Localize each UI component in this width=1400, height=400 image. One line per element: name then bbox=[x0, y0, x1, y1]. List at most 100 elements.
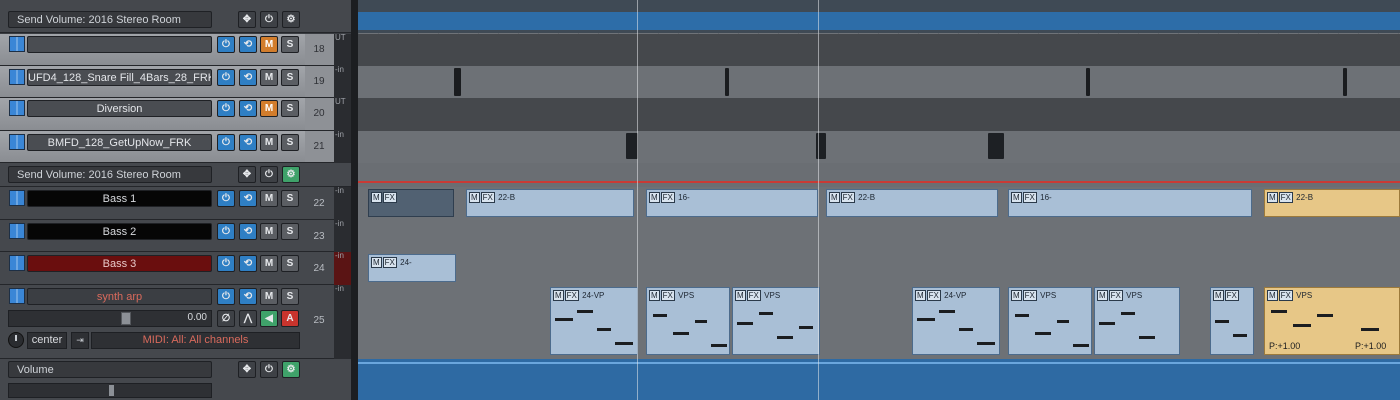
pan-knob-icon[interactable] bbox=[8, 332, 24, 348]
track-name[interactable]: BMFD_128_GetUpNow_FRK bbox=[27, 134, 212, 151]
midi-note[interactable] bbox=[977, 342, 995, 345]
track-22[interactable]: Bass 1 ⏻ ⟲ M S 22 -in bbox=[0, 187, 358, 220]
track-name[interactable]: UFD4_128_Snare Fill_4Bars_28_FRK bbox=[27, 69, 212, 86]
send-name[interactable]: Send Volume: 2016 Stereo Room bbox=[8, 166, 212, 183]
power-button[interactable]: ⏻ bbox=[217, 255, 235, 272]
solo-button[interactable]: S bbox=[281, 134, 299, 151]
power-button[interactable]: ⏻ bbox=[217, 134, 235, 151]
monitor-icon[interactable]: ◀ bbox=[260, 310, 278, 327]
phase-icon[interactable]: ∅ bbox=[217, 310, 235, 327]
volume-slider[interactable]: 0.00 bbox=[8, 310, 212, 327]
pan-value[interactable]: center bbox=[27, 332, 67, 349]
midi-note[interactable] bbox=[939, 310, 955, 313]
midi-note[interactable] bbox=[577, 310, 593, 313]
send-name[interactable]: Send Volume: 2016 Stereo Room bbox=[8, 11, 212, 28]
mute-button[interactable]: M bbox=[260, 288, 278, 305]
midi-note[interactable] bbox=[653, 314, 667, 317]
send-volume-track[interactable]: Send Volume: 2016 Stereo Room ✥ ⏻ ⚙ bbox=[0, 163, 358, 187]
midi-note[interactable] bbox=[777, 336, 793, 339]
track-name[interactable]: Bass 3 bbox=[27, 255, 212, 272]
midi-clip[interactable]: M FX 22-B bbox=[826, 189, 998, 217]
midi-note[interactable] bbox=[1057, 320, 1069, 323]
track-25[interactable]: synth arp ⏻ ⟲ M S 0.00 ∅ ⋀ ◀ A center ⇥ … bbox=[0, 285, 358, 359]
power-button[interactable]: ⏻ bbox=[217, 223, 235, 240]
track-23[interactable]: Bass 2 ⏻ ⟲ M S 23 -in bbox=[0, 220, 358, 252]
solo-button[interactable]: S bbox=[281, 69, 299, 86]
send-automation-line[interactable] bbox=[358, 181, 1400, 183]
track-18[interactable]: ⏻ ⟲ M S 18 UT bbox=[0, 34, 358, 66]
track-name[interactable]: Diversion bbox=[27, 100, 212, 117]
midi-note[interactable] bbox=[1233, 334, 1247, 337]
midi-note[interactable] bbox=[1215, 320, 1229, 323]
volume-slider-handle[interactable] bbox=[121, 312, 131, 325]
midi-clip[interactable]: M FX 24-VP bbox=[550, 287, 638, 355]
marker-line[interactable] bbox=[637, 0, 638, 400]
midi-note[interactable] bbox=[711, 344, 727, 347]
midi-note[interactable] bbox=[1139, 336, 1155, 339]
track-name[interactable] bbox=[27, 36, 212, 53]
midi-note[interactable] bbox=[1361, 328, 1379, 331]
gear-icon[interactable]: ⚙ bbox=[282, 166, 300, 183]
midi-clip[interactable]: M FX VPS bbox=[646, 287, 730, 355]
midi-clip-selected[interactable]: M FX 22-B bbox=[1264, 189, 1400, 217]
timeline-clips-area[interactable]: M FX M FX 22-B M FX 16- M FX 22-B M FX 16- MF… bbox=[358, 0, 1400, 400]
mute-button[interactable]: M bbox=[260, 36, 278, 53]
midi-note[interactable] bbox=[1015, 314, 1029, 317]
volume-envelope-line[interactable] bbox=[358, 362, 1400, 364]
solo-button[interactable]: S bbox=[281, 255, 299, 272]
move-icon[interactable]: ✥ bbox=[238, 166, 256, 183]
volume-automation-lane-area[interactable] bbox=[358, 359, 1400, 400]
automation-name[interactable]: Volume bbox=[8, 361, 212, 378]
audio-hit[interactable] bbox=[725, 68, 729, 96]
volume-automation-lane[interactable]: Volume ✥ ⏻ ⚙ bbox=[0, 359, 358, 400]
midi-note[interactable] bbox=[759, 312, 773, 315]
midi-note[interactable] bbox=[695, 320, 707, 323]
solo-button[interactable]: S bbox=[281, 190, 299, 207]
track-name[interactable]: Bass 2 bbox=[27, 223, 212, 240]
track-24[interactable]: Bass 3 ⏻ ⟲ M S 24 -in bbox=[0, 252, 358, 285]
power-button[interactable]: ⏻ bbox=[217, 288, 235, 305]
track-19[interactable]: UFD4_128_Snare Fill_4Bars_28_FRK ⏻ ⟲ M S… bbox=[0, 66, 358, 98]
loop-button[interactable]: ⟲ bbox=[239, 134, 257, 151]
midi-input-select[interactable]: MIDI: All: All channels bbox=[91, 332, 300, 349]
midi-note[interactable] bbox=[673, 332, 689, 335]
mute-button[interactable]: M bbox=[260, 255, 278, 272]
solo-button[interactable]: S bbox=[281, 223, 299, 240]
midi-note[interactable] bbox=[1317, 314, 1333, 317]
audio-hit[interactable] bbox=[1343, 68, 1347, 96]
midi-note[interactable] bbox=[555, 318, 573, 321]
loop-button[interactable]: ⟲ bbox=[239, 36, 257, 53]
power-icon[interactable]: ⏻ bbox=[260, 361, 278, 378]
midi-note[interactable] bbox=[959, 328, 973, 331]
midi-clip[interactable]: M FX bbox=[1210, 287, 1254, 355]
midi-note[interactable] bbox=[737, 322, 753, 325]
midi-clip[interactable]: M FX VPS bbox=[1008, 287, 1092, 355]
midi-note[interactable] bbox=[1271, 310, 1287, 313]
midi-clip[interactable]: M FX bbox=[368, 189, 454, 217]
record-arm-button[interactable]: A bbox=[281, 310, 299, 327]
loop-button[interactable]: ⟲ bbox=[239, 223, 257, 240]
midi-clip[interactable]: M FX VPS bbox=[1094, 287, 1180, 355]
power-button[interactable]: ⏻ bbox=[217, 36, 235, 53]
midi-note[interactable] bbox=[1099, 322, 1115, 325]
midi-note[interactable] bbox=[597, 328, 611, 331]
midi-clip[interactable]: M FX 22-B bbox=[466, 189, 634, 217]
interleave-icon[interactable]: ⋀ bbox=[239, 310, 257, 327]
solo-button[interactable]: S bbox=[281, 100, 299, 117]
audio-hit[interactable] bbox=[988, 133, 1004, 159]
power-button[interactable]: ⏻ bbox=[217, 69, 235, 86]
track-21[interactable]: BMFD_128_GetUpNow_FRK ⏻ ⟲ M S 21 -in bbox=[0, 131, 358, 163]
panel-divider[interactable] bbox=[351, 0, 358, 400]
midi-note[interactable] bbox=[917, 318, 935, 321]
midi-clip[interactable]: M FX 16- bbox=[646, 189, 818, 217]
midi-clip[interactable]: M FX 24- bbox=[368, 254, 456, 282]
midi-note[interactable] bbox=[1293, 324, 1311, 327]
midi-note[interactable] bbox=[1121, 312, 1135, 315]
mute-button[interactable]: M bbox=[260, 223, 278, 240]
marker-line[interactable] bbox=[818, 0, 819, 400]
send-volume-track[interactable]: Send Volume: 2016 Stereo Room ✥ ⏻ ⚙ bbox=[0, 0, 358, 33]
loop-button[interactable]: ⟲ bbox=[239, 100, 257, 117]
midi-clip[interactable]: M FX 24-VP bbox=[912, 287, 1000, 355]
midi-note[interactable] bbox=[1035, 332, 1051, 335]
audio-hit[interactable] bbox=[1086, 68, 1090, 96]
